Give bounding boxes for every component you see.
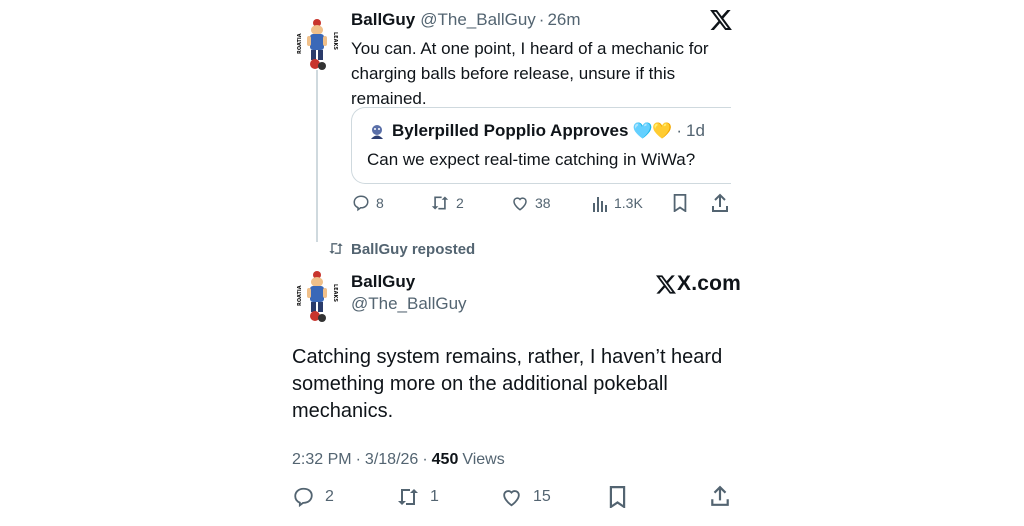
repost-banner[interactable]: BallGuy reposted <box>351 241 475 258</box>
x-com-brand: X.com <box>656 272 741 296</box>
svg-text:LEAKS: LEAKS <box>332 284 338 302</box>
bookmark-icon[interactable] <box>672 194 688 212</box>
separator: · <box>422 451 428 468</box>
views-count: 450 <box>431 451 459 468</box>
separator: · <box>538 10 545 29</box>
reply-count: 2 <box>325 488 334 505</box>
repost-icon <box>430 194 450 212</box>
separator: · <box>676 121 682 140</box>
quote-display-name[interactable]: Bylerpilled Popplio Approves <box>392 121 628 141</box>
repost-button[interactable]: 2 <box>430 194 464 212</box>
views-count: 1.3K <box>614 195 643 211</box>
brand-text: X.com <box>677 272 742 295</box>
handle[interactable]: @The_BallGuy <box>420 10 536 30</box>
like-icon <box>500 486 523 508</box>
display-name[interactable]: BallGuy <box>351 272 415 292</box>
like-button[interactable]: 38 <box>511 194 551 212</box>
reply-button[interactable]: 8 <box>352 194 384 212</box>
x-logo-icon[interactable] <box>710 10 732 30</box>
share-icon[interactable] <box>711 193 729 213</box>
svg-text:ROATIA: ROATIA <box>297 33 303 54</box>
repost-count: 2 <box>456 195 464 211</box>
views-label: Views <box>462 451 505 468</box>
timestamp[interactable]: 26m <box>547 10 580 30</box>
bookmark-icon[interactable] <box>608 486 627 508</box>
svg-text:LEAKS: LEAKS <box>332 32 338 50</box>
avatar[interactable]: ROATIA LEAKS <box>296 266 340 324</box>
display-name[interactable]: BallGuy <box>351 10 415 30</box>
svg-text:ROATIA: ROATIA <box>297 285 303 306</box>
separator: · <box>355 451 361 468</box>
views-button[interactable]: 1.3K <box>592 194 643 212</box>
tweet-text: You can. At one point, I heard of a mech… <box>351 39 709 108</box>
tweet-date[interactable]: 3/18/26 <box>365 451 418 469</box>
reply-icon <box>352 194 370 212</box>
tweet-time[interactable]: 2:32 PM <box>292 451 352 469</box>
share-icon[interactable] <box>710 485 730 507</box>
reply-icon <box>292 486 315 508</box>
avatar[interactable]: ROATIA LEAKS <box>296 14 340 72</box>
quote-card[interactable] <box>351 107 731 184</box>
repost-icon <box>396 486 420 508</box>
quote-timestamp[interactable]: 1d <box>686 121 705 141</box>
x-logo-icon <box>656 274 676 294</box>
like-button[interactable]: 15 <box>500 486 551 508</box>
repost-button[interactable]: 1 <box>396 486 439 508</box>
reply-count: 8 <box>376 195 384 211</box>
like-count: 38 <box>535 195 551 211</box>
quote-avatar <box>368 123 386 141</box>
thread-line <box>316 70 318 242</box>
reply-button[interactable]: 2 <box>292 486 334 508</box>
repost-count: 1 <box>430 488 439 505</box>
quote-text: Can we expect real-time catching in WiWa… <box>367 150 696 169</box>
heart-emoji-icon: 🩵💛 <box>632 123 673 140</box>
views-icon <box>592 194 608 212</box>
tweet-meta: 2:32 PM · 3/18/26 · 450 Views <box>292 451 505 469</box>
handle[interactable]: @The_BallGuy <box>351 294 467 314</box>
like-count: 15 <box>533 488 551 505</box>
like-icon <box>511 194 529 212</box>
repost-icon <box>328 241 344 256</box>
tweet-text: Catching system remains, rather, I haven… <box>292 346 723 422</box>
